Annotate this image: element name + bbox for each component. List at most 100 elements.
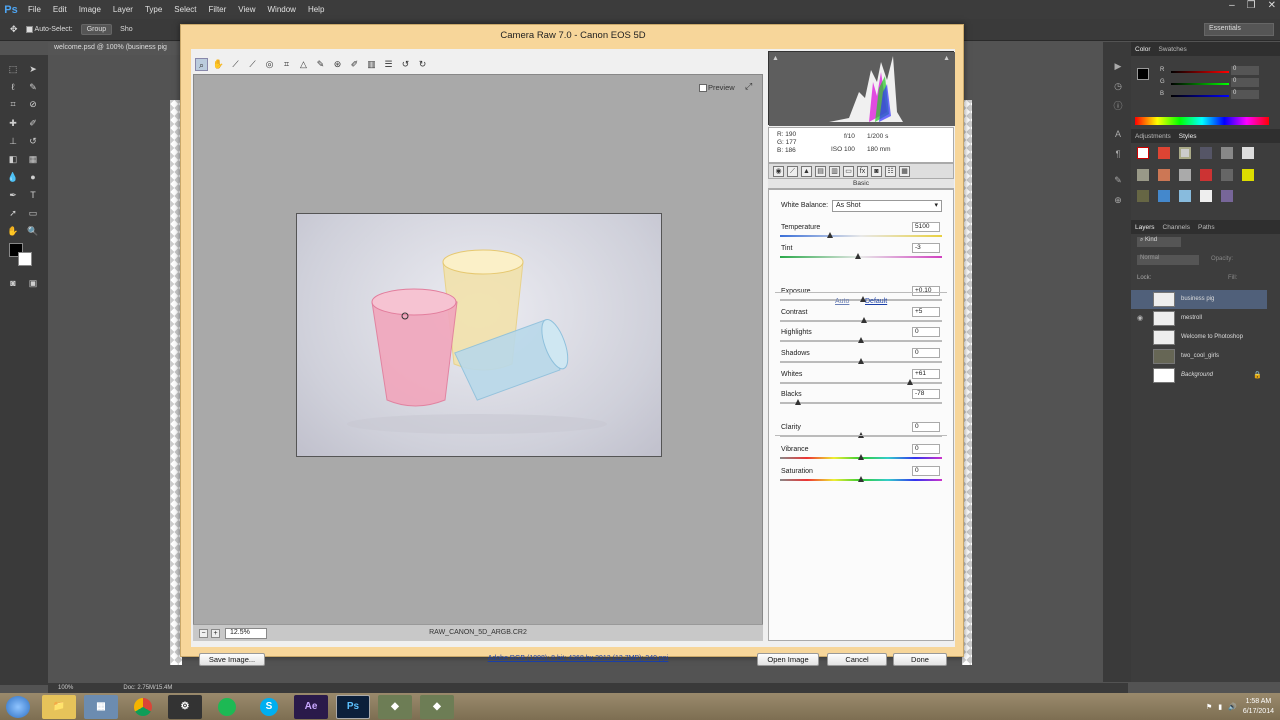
play-icon[interactable]: ▶ — [1111, 60, 1125, 72]
history-brush-icon[interactable]: ↺ — [26, 135, 40, 147]
hand-tool-icon[interactable]: ✋ — [6, 225, 20, 237]
crop-tool-icon[interactable]: ⌗ — [6, 98, 20, 110]
app-icon[interactable]: ◆ — [378, 694, 412, 719]
style-swatch[interactable] — [1242, 169, 1254, 181]
shape-tool-icon[interactable]: ▭ — [26, 207, 40, 219]
document-tab[interactable]: welcome.psd @ 100% (business pig — [48, 42, 180, 55]
color-spectrum[interactable] — [1135, 117, 1269, 125]
hsl-tab-icon[interactable]: ▤ — [815, 165, 826, 177]
dodge-tool-icon[interactable]: ● — [26, 171, 40, 183]
photoshop-taskbar-icon[interactable]: Ps — [336, 694, 370, 719]
target-adjust-icon[interactable]: ◎ — [263, 58, 276, 71]
adjustment-value-input[interactable]: 5100 — [912, 222, 940, 232]
red-eye-icon[interactable]: ⊛ — [331, 58, 344, 71]
spot-removal-icon[interactable]: ✎ — [314, 58, 327, 71]
color-sampler-icon[interactable]: ⟋ — [246, 58, 259, 71]
type-tool-icon[interactable]: T — [26, 189, 40, 201]
adjustment-brush-icon[interactable]: ✐ — [348, 58, 361, 71]
b-value[interactable]: 0 — [1231, 90, 1259, 99]
fx-tab-icon[interactable]: fx — [857, 165, 868, 177]
rotate-left-icon[interactable]: ↺ — [399, 58, 412, 71]
maximize-icon[interactable]: ❐ — [1247, 0, 1256, 11]
slider-handle[interactable] — [858, 358, 864, 364]
quick-select-icon[interactable]: ✎ — [26, 81, 40, 93]
menu-image[interactable]: Image — [73, 5, 107, 14]
network-icon[interactable]: ▮ — [1218, 703, 1222, 711]
image-preview-area[interactable] — [193, 74, 763, 626]
rotate-right-icon[interactable]: ↻ — [416, 58, 429, 71]
spotify-icon[interactable] — [210, 695, 244, 719]
adjustment-value-input[interactable]: -78 — [912, 389, 940, 399]
screen-mode-icon[interactable]: ▣ — [26, 277, 40, 289]
brush-preset-icon[interactable]: ✎ — [1111, 174, 1125, 186]
done-button[interactable]: Done — [893, 653, 947, 666]
background-color-swatch[interactable] — [18, 252, 32, 266]
lens-tab-icon[interactable]: ▭ — [843, 165, 854, 177]
save-image-button[interactable]: Save Image... — [199, 653, 265, 666]
tab-styles[interactable]: Styles — [1179, 133, 1197, 140]
blend-mode-select[interactable]: Normal — [1137, 255, 1199, 265]
group-select[interactable]: Group — [80, 24, 113, 35]
preferences-icon[interactable]: ☰ — [382, 58, 395, 71]
style-swatch[interactable] — [1221, 190, 1233, 202]
b-slider[interactable] — [1171, 95, 1229, 97]
r-value[interactable]: 0 — [1231, 66, 1259, 75]
straighten-tool-icon[interactable]: △ — [297, 58, 310, 71]
start-button[interactable] — [6, 695, 30, 718]
minimize-icon[interactable]: – — [1229, 0, 1235, 11]
adjustment-slider-track[interactable] — [780, 382, 942, 384]
clock[interactable]: 1:58 AM 6/17/2014 — [1243, 697, 1274, 717]
fullscreen-icon[interactable]: ⤢ — [745, 81, 757, 93]
flag-icon[interactable]: ⚑ — [1206, 703, 1212, 711]
menu-edit[interactable]: Edit — [47, 5, 73, 14]
graduated-filter-icon[interactable]: ▥ — [365, 58, 378, 71]
brush-tool-icon[interactable]: ✐ — [26, 117, 40, 129]
detail-tab-icon[interactable]: ▲ — [801, 165, 812, 177]
chrome-icon[interactable] — [126, 695, 160, 719]
menu-view[interactable]: View — [232, 5, 261, 14]
layer-row[interactable]: ◉ mestroll — [1131, 309, 1267, 328]
lasso-tool-icon[interactable]: ℓ — [6, 81, 20, 93]
show-transform-checkbox[interactable]: Sho — [120, 26, 132, 33]
move-tool-icon[interactable]: ➤ — [26, 63, 40, 75]
zoom-tool-icon[interactable]: ⌕ — [195, 57, 208, 71]
r-slider[interactable] — [1171, 71, 1229, 73]
slider-handle[interactable] — [827, 232, 834, 238]
slider-handle[interactable] — [794, 399, 801, 405]
skype-icon[interactable]: S — [252, 695, 286, 719]
layer-row[interactable]: Background 🔒 — [1131, 366, 1267, 385]
g-slider[interactable] — [1171, 83, 1229, 85]
file-explorer-icon[interactable]: 📁 — [42, 694, 76, 719]
style-swatch[interactable] — [1179, 190, 1191, 202]
calculator-icon[interactable]: ▦ — [84, 694, 118, 719]
tab-adjustments[interactable]: Adjustments — [1135, 133, 1171, 140]
workflow-options-link[interactable]: Adobe RGB (1998); 8 bit; 4368 by 2912 (1… — [463, 655, 693, 662]
after-effects-icon[interactable]: Ae — [294, 694, 328, 719]
adjustment-slider-track[interactable] — [780, 402, 942, 404]
zoom-tool-icon[interactable]: 🔍 — [26, 225, 40, 237]
filter-kind-select[interactable]: ⌕ Kind — [1137, 237, 1181, 247]
style-swatch[interactable] — [1179, 147, 1191, 159]
eraser-icon[interactable]: ◧ — [6, 153, 20, 165]
cancel-button[interactable]: Cancel — [827, 653, 887, 666]
move-tool-icon[interactable]: ✥ — [10, 24, 18, 35]
adjustment-value-input[interactable]: 0 — [912, 422, 940, 432]
menu-type[interactable]: Type — [139, 5, 168, 14]
healing-brush-icon[interactable]: ✚ — [6, 117, 20, 129]
close-icon[interactable]: ✕ — [1268, 0, 1276, 11]
auto-link[interactable]: Auto — [835, 298, 849, 305]
layer-row[interactable]: two_cool_girls — [1131, 347, 1267, 366]
slider-handle[interactable] — [906, 379, 913, 385]
quick-mask-icon[interactable]: ◙ — [6, 277, 20, 289]
g-value[interactable]: 0 — [1231, 78, 1259, 87]
adjustment-value-input[interactable]: +0.10 — [912, 286, 940, 296]
slider-handle[interactable] — [858, 476, 864, 482]
split-toning-tab-icon[interactable]: ▥ — [829, 165, 840, 177]
tone-curve-tab-icon[interactable]: ⟋ — [787, 165, 798, 177]
style-swatch[interactable] — [1242, 147, 1254, 159]
raw-photo-preview[interactable] — [296, 213, 662, 457]
clone-source-icon[interactable]: ⊕ — [1111, 194, 1125, 206]
tab-color[interactable]: Color — [1135, 46, 1151, 53]
slider-handle[interactable] — [861, 317, 868, 323]
style-swatch[interactable] — [1200, 147, 1212, 159]
